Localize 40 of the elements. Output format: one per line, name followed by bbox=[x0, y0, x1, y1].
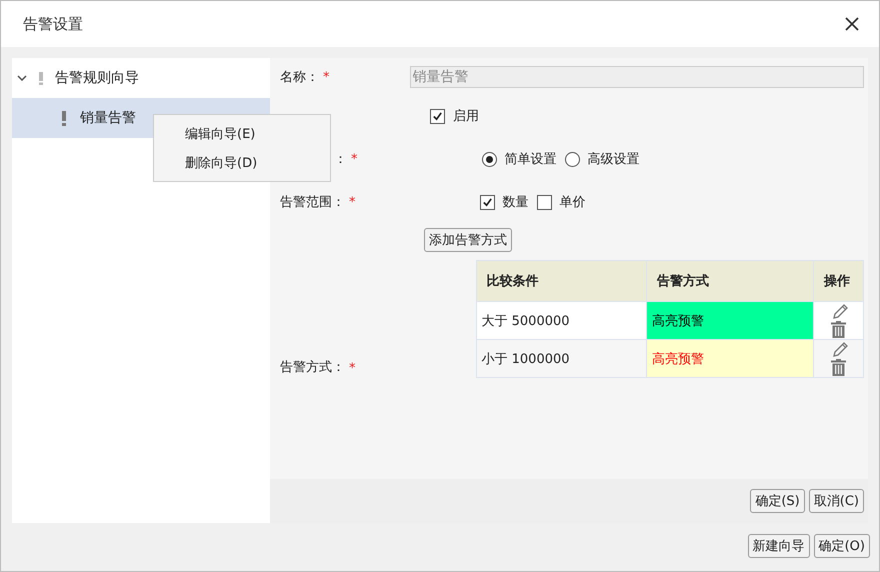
radio-button[interactable] bbox=[482, 152, 496, 166]
column-header: 操作 bbox=[814, 260, 864, 302]
column-header: 告警方式 bbox=[646, 260, 814, 302]
required-mark: * bbox=[351, 152, 358, 166]
pencil-icon[interactable] bbox=[831, 303, 849, 321]
table-cell: 高亮预警 bbox=[646, 340, 814, 378]
field-label: 告警方式： bbox=[280, 359, 345, 377]
field-label: 名称： bbox=[280, 69, 319, 86]
checkbox-label: 单价 bbox=[560, 194, 586, 211]
table-cell: 小于 1000000 bbox=[476, 340, 646, 378]
radio-label: 简单设置 bbox=[504, 151, 556, 168]
close-icon[interactable] bbox=[845, 17, 859, 31]
checkbox-label: 数量 bbox=[502, 194, 528, 211]
field-label: 告警范围： bbox=[280, 194, 345, 211]
table-cell: 高亮预警 bbox=[646, 302, 814, 340]
window-title: 告警设置 bbox=[23, 14, 83, 34]
required-mark: * bbox=[349, 361, 356, 378]
required-mark: * bbox=[349, 194, 356, 210]
exclamation-icon bbox=[62, 110, 66, 126]
menu-item[interactable]: 删除向导(D) bbox=[154, 148, 330, 177]
dialog-button[interactable]: 确定(O) bbox=[814, 534, 870, 558]
chevron-icon[interactable] bbox=[17, 75, 27, 81]
checkbox[interactable] bbox=[430, 108, 445, 124]
exclamation-icon bbox=[39, 72, 43, 84]
dialog-button[interactable]: 新建向导 bbox=[748, 534, 810, 558]
dialog-button[interactable]: 确定(S) bbox=[750, 489, 805, 513]
checkbox[interactable] bbox=[480, 194, 494, 210]
radio-label: 高级设置 bbox=[588, 151, 640, 168]
checkbox-label: 启用 bbox=[453, 108, 479, 125]
trash-icon[interactable] bbox=[831, 359, 846, 376]
required-mark: * bbox=[323, 70, 330, 84]
tree-item[interactable]: 告警规则向导 bbox=[12, 58, 270, 98]
column-header: 比较条件 bbox=[476, 260, 646, 302]
checkbox[interactable] bbox=[536, 194, 552, 210]
add-method-button[interactable]: 添加告警方式 bbox=[424, 228, 512, 252]
trash-icon[interactable] bbox=[831, 321, 846, 338]
pencil-icon[interactable] bbox=[831, 341, 849, 359]
radio-button[interactable] bbox=[564, 152, 580, 166]
field-label: ： bbox=[334, 151, 347, 168]
dialog-button[interactable]: 取消(C) bbox=[808, 489, 864, 513]
